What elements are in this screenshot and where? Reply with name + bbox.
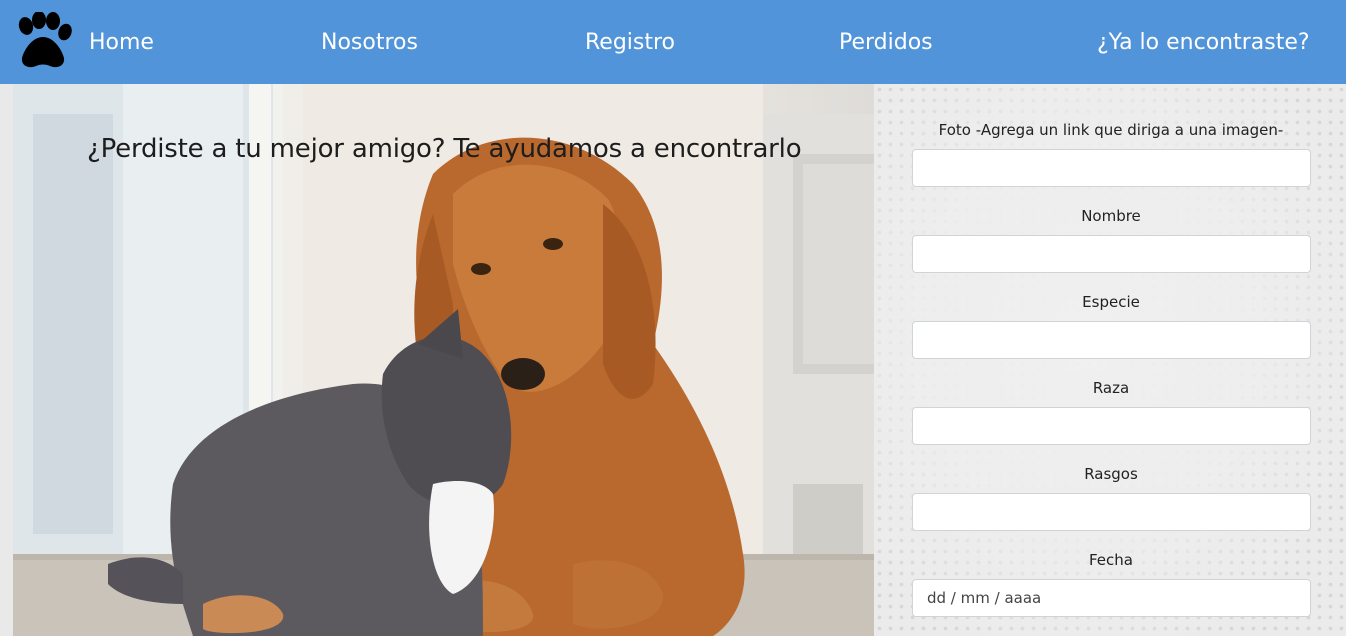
foto-input[interactable]	[912, 149, 1311, 187]
hero-title: ¿Perdiste a tu mejor amigo? Te ayudamos …	[87, 134, 802, 164]
nombre-label: Nombre	[1081, 207, 1141, 225]
paw-icon[interactable]	[12, 12, 74, 70]
especie-label: Especie	[1082, 293, 1140, 311]
rasgos-label: Rasgos	[1084, 465, 1138, 483]
nav-home-link[interactable]: Home	[89, 26, 154, 60]
especie-input[interactable]	[912, 321, 1311, 359]
raza-input[interactable]	[912, 407, 1311, 445]
foto-label: Foto -Agrega un link que diriga a una im…	[938, 121, 1284, 139]
nav-nosotros-link[interactable]: Nosotros	[321, 26, 418, 60]
nombre-input[interactable]	[912, 235, 1311, 273]
dog-and-cat-photo	[13, 84, 874, 636]
fecha-input[interactable]	[912, 579, 1311, 617]
nav-found-link[interactable]: ¿Ya lo encontraste?	[1097, 26, 1310, 60]
fecha-label: Fecha	[1089, 551, 1133, 569]
nav-registro-link[interactable]: Registro	[585, 26, 675, 60]
hero-section: ¿Perdiste a tu mejor amigo? Te ayudamos …	[13, 84, 874, 636]
nav-perdidos-link[interactable]: Perdidos	[839, 26, 933, 60]
rasgos-input[interactable]	[912, 493, 1311, 531]
lost-pet-form: Foto -Agrega un link que diriga a una im…	[874, 84, 1346, 636]
navbar: Home Nosotros Registro Perdidos ¿Ya lo e…	[0, 0, 1346, 84]
raza-label: Raza	[1092, 379, 1130, 397]
